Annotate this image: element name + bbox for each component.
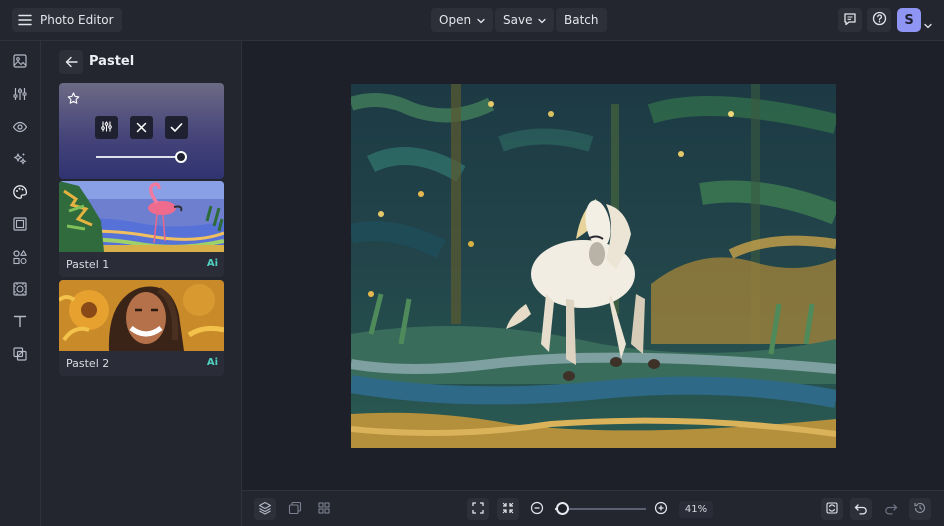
hamburger-menu-icon bbox=[18, 11, 32, 30]
open-label: Open bbox=[439, 13, 472, 27]
redo-icon bbox=[884, 500, 898, 519]
check-icon bbox=[170, 118, 183, 137]
feedback-button[interactable] bbox=[838, 8, 862, 32]
chevron-down-icon[interactable] bbox=[924, 14, 932, 33]
graphics-icon bbox=[12, 346, 28, 366]
back-button[interactable] bbox=[59, 50, 83, 74]
bottom-toolbar: 41% bbox=[242, 490, 944, 526]
star-icon[interactable] bbox=[67, 90, 80, 109]
sidebar-item-artsy[interactable] bbox=[11, 185, 29, 203]
text-icon bbox=[12, 313, 28, 333]
texture-icon bbox=[12, 281, 28, 301]
undo-icon bbox=[854, 500, 868, 519]
open-button[interactable]: Open bbox=[431, 8, 494, 32]
sidebar-item-image[interactable] bbox=[11, 54, 29, 72]
sidebar-item-view[interactable] bbox=[11, 120, 29, 138]
collapse-icon bbox=[501, 500, 515, 519]
top-bar: Photo Editor Open Save Batch S bbox=[0, 0, 944, 41]
fit-screen-icon bbox=[471, 500, 485, 519]
zoom-in-icon bbox=[654, 500, 668, 519]
edited-photo[interactable] bbox=[351, 84, 836, 448]
sidebar-item-frames[interactable] bbox=[11, 217, 29, 235]
app-menu-button[interactable]: Photo Editor bbox=[12, 8, 122, 32]
sliders-icon bbox=[100, 118, 113, 137]
duplicate-button[interactable] bbox=[284, 498, 306, 520]
ai-badge: Ai bbox=[206, 258, 218, 269]
zoom-out-button[interactable] bbox=[526, 498, 548, 520]
palette-icon bbox=[12, 184, 28, 204]
history-icon bbox=[913, 500, 927, 519]
close-icon bbox=[136, 118, 147, 137]
arrow-left-icon bbox=[65, 53, 78, 72]
grid-icon bbox=[317, 500, 331, 519]
effects-panel: Pastel Pastel 1 Ai Pastel 2 Ai bbox=[41, 41, 242, 526]
save-button[interactable]: Save bbox=[495, 8, 555, 32]
adjustments-icon bbox=[12, 86, 28, 106]
image-icon bbox=[12, 53, 28, 73]
zoom-in-button[interactable] bbox=[650, 498, 672, 520]
actual-size-button[interactable] bbox=[497, 498, 519, 520]
app-title: Photo Editor bbox=[40, 13, 114, 27]
chevron-down-icon bbox=[538, 13, 547, 27]
sidebar-item-effects[interactable] bbox=[11, 152, 29, 170]
history-button[interactable] bbox=[909, 498, 931, 520]
sidebar-item-graphics[interactable] bbox=[11, 250, 29, 268]
cancel-effect-button[interactable] bbox=[130, 116, 153, 139]
redo-button[interactable] bbox=[880, 498, 902, 520]
user-avatar[interactable]: S bbox=[897, 8, 921, 32]
pastel-1-thumbnail bbox=[59, 181, 224, 252]
zoom-level[interactable]: 41% bbox=[679, 501, 713, 518]
sidebar-item-adjust[interactable] bbox=[11, 87, 29, 105]
intensity-slider-track[interactable] bbox=[96, 156, 181, 158]
eye-icon bbox=[12, 119, 28, 139]
panel-title: Pastel bbox=[89, 54, 135, 69]
message-icon bbox=[843, 11, 857, 30]
apply-effect-button[interactable] bbox=[165, 116, 188, 139]
magic-wand-icon bbox=[12, 151, 28, 171]
intensity-slider-thumb[interactable] bbox=[175, 151, 187, 163]
zoom-slider-thumb[interactable] bbox=[556, 502, 569, 515]
batch-label: Batch bbox=[564, 13, 599, 27]
effect-card-pastel-1[interactable]: Pastel 1 Ai bbox=[59, 181, 224, 277]
zoom-out-icon bbox=[530, 500, 544, 519]
fit-screen-button[interactable] bbox=[467, 498, 489, 520]
save-label: Save bbox=[503, 13, 533, 27]
effect-settings-button[interactable] bbox=[95, 116, 118, 139]
chevron-down-icon bbox=[477, 13, 485, 27]
batch-button[interactable]: Batch bbox=[556, 8, 607, 32]
undo-button[interactable] bbox=[850, 498, 872, 520]
replace-image-button[interactable] bbox=[821, 498, 843, 520]
effect-name: Pastel 1 bbox=[66, 258, 110, 271]
layers-icon bbox=[258, 500, 272, 519]
refresh-icon bbox=[825, 500, 839, 519]
grid-button[interactable] bbox=[313, 498, 335, 520]
shapes-icon bbox=[12, 249, 28, 269]
ai-badge: Ai bbox=[206, 357, 218, 368]
layers-button[interactable] bbox=[254, 498, 276, 520]
help-icon bbox=[872, 11, 887, 30]
sidebar-item-textures[interactable] bbox=[11, 282, 29, 300]
frame-icon bbox=[12, 216, 28, 236]
help-button[interactable] bbox=[867, 8, 891, 32]
active-effect-card bbox=[59, 83, 224, 179]
sidebar-item-overlays[interactable] bbox=[11, 347, 29, 365]
effect-card-pastel-2[interactable]: Pastel 2 Ai bbox=[59, 280, 224, 376]
copy-image-icon bbox=[288, 500, 302, 519]
pastel-2-thumbnail bbox=[59, 280, 224, 351]
user-initial: S bbox=[904, 12, 914, 28]
effect-name: Pastel 2 bbox=[66, 357, 110, 370]
sidebar-item-text[interactable] bbox=[11, 314, 29, 332]
tool-sidebar bbox=[0, 41, 41, 526]
